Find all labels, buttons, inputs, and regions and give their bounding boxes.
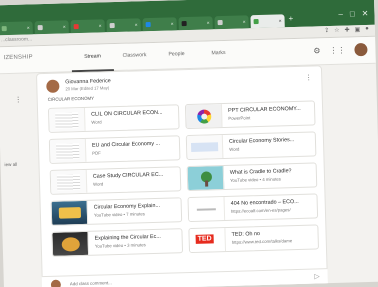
attachment-type: PDF xyxy=(92,150,101,156)
attachment-type: YouTube video • 7 minutes xyxy=(93,211,145,218)
post-text: CIRCULAR ECONOMY xyxy=(47,95,95,102)
attachment-type: Word xyxy=(91,119,102,125)
tab-favicon xyxy=(73,24,79,30)
attachment-type: Word xyxy=(229,146,240,152)
close-tab-icon[interactable]: × xyxy=(99,23,102,29)
browser-toolbar: ⇪ ☆ ✚ ▣ ● xyxy=(324,26,369,34)
attachment-type: Word xyxy=(93,181,104,187)
minimize-button[interactable]: – xyxy=(338,10,343,19)
apps-grid-icon[interactable]: ⋮⋮ xyxy=(329,46,345,55)
attachment-title: Case Study CIRCULAR EC... xyxy=(92,171,164,180)
close-tab-icon[interactable]: × xyxy=(207,20,210,26)
close-window-button[interactable]: ✕ xyxy=(362,9,369,18)
tab-favicon xyxy=(181,21,187,27)
browser-tab[interactable]: × xyxy=(142,17,177,32)
url-text[interactable]: ...classroom... xyxy=(1,36,32,43)
more-vert-icon[interactable]: ⋮ xyxy=(15,96,22,104)
attachment-type: YouTube video • 4 minutes xyxy=(229,176,281,183)
attachment[interactable]: Explaining the Circular Ec... YouTube vi… xyxy=(51,228,184,257)
browser-tab[interactable]: × xyxy=(214,15,249,30)
class-comment-input[interactable] xyxy=(69,275,270,287)
word-doc-thumbnail xyxy=(186,135,224,160)
window-controls: – □ ✕ xyxy=(338,9,368,19)
tab-favicon xyxy=(109,23,115,29)
view-all-link[interactable]: iew all xyxy=(4,162,17,167)
close-tab-icon[interactable]: × xyxy=(279,18,282,24)
attachment[interactable]: What is Cradle to Cradle? YouTube video … xyxy=(186,162,318,192)
account-avatar[interactable] xyxy=(354,42,368,57)
close-tab-icon[interactable]: × xyxy=(63,24,66,30)
attachment[interactable]: CLIL ON CIRCULAR ECON... Word xyxy=(47,104,180,133)
browser-tab[interactable]: × xyxy=(34,20,69,35)
extensions-icon[interactable]: ✚ xyxy=(344,26,349,33)
attachment-title: CLIL ON CIRCULAR ECON... xyxy=(91,109,163,118)
attachment-title: PPT CIRCULAR ECONOMY... xyxy=(228,105,301,114)
attachment-title: TED: Oh no xyxy=(231,231,261,238)
attachment-type: PowerPoint xyxy=(228,115,251,121)
browser-tab-active[interactable]: × xyxy=(250,14,285,29)
bookmark-icon[interactable]: ☆ xyxy=(334,27,340,34)
word-doc-thumbnail xyxy=(50,169,88,194)
ted-thumbnail: TED xyxy=(189,228,227,253)
header-actions: ⚙ ⋮⋮ xyxy=(313,42,368,58)
left-column: ⋮ iew all xyxy=(0,74,30,287)
attachment-title: What is Cradle to Cradle? xyxy=(229,168,292,176)
close-tab-icon[interactable]: × xyxy=(243,19,246,25)
attachment-title: EU and Circular Economy ... xyxy=(91,140,161,149)
tab-favicon xyxy=(37,25,43,31)
course-name[interactable]: IZENSHIP xyxy=(3,54,32,61)
close-tab-icon[interactable]: × xyxy=(27,25,30,31)
browser-tab[interactable]: × xyxy=(106,18,141,33)
tab-people[interactable]: People xyxy=(155,51,197,70)
attachment-title: Circular Economy Stories... xyxy=(228,137,295,145)
video-thumbnail xyxy=(51,200,89,225)
attachment-url: https://www.ted.com/talks/dame xyxy=(231,238,293,245)
post-more-icon[interactable]: ⋮ xyxy=(305,74,312,82)
new-tab-button[interactable]: + xyxy=(288,14,293,23)
post-date: 20 Mar (Edited 17 May) xyxy=(65,85,110,92)
attachment[interactable]: PPT CIRCULAR ECONOMY... PowerPoint xyxy=(184,100,316,130)
gear-icon[interactable]: ⚙ xyxy=(313,46,320,55)
link-thumbnail xyxy=(188,197,226,222)
browser-tab[interactable]: × xyxy=(178,16,213,31)
attachment-title: Explaining the Circular Ec... xyxy=(94,233,161,242)
screen: × × × × × × × × + – □ ✕ ...classroom... … xyxy=(0,0,378,287)
close-tab-icon[interactable]: × xyxy=(135,22,138,28)
word-doc-thumbnail xyxy=(48,107,86,132)
ppt-thumbnail xyxy=(185,104,223,129)
tab-favicon xyxy=(1,26,7,32)
browser-tab[interactable]: × xyxy=(0,21,33,36)
tab-stream[interactable]: Stream xyxy=(71,53,114,73)
attachment-title: 404 No encontrado – ECO... xyxy=(230,198,299,207)
pdf-thumbnail xyxy=(49,138,87,163)
video-thumbnail xyxy=(187,166,225,191)
attachment[interactable]: TED TED: Oh no https://www.ted.com/talks… xyxy=(188,224,320,254)
browser-tab[interactable]: × xyxy=(70,19,105,34)
announcement-card: Giovanna Federice 20 Mar (Edited 17 May)… xyxy=(35,65,329,287)
attachment[interactable]: Circular Economy Stories... Word xyxy=(185,131,317,161)
tab-favicon xyxy=(145,22,151,28)
attachment-title: Circular Economy Explain... xyxy=(93,202,161,211)
tab-marks[interactable]: Marks xyxy=(197,50,239,69)
video-thumbnail xyxy=(52,231,90,256)
attachment-url: https://ecoalf.com/en-es/pages/ xyxy=(230,207,291,214)
maximize-button[interactable]: □ xyxy=(350,9,355,18)
close-tab-icon[interactable]: × xyxy=(171,21,174,27)
tab-favicon xyxy=(253,19,259,25)
sidebar-icon[interactable]: ▣ xyxy=(354,26,361,33)
profile-icon[interactable]: ● xyxy=(365,26,369,33)
send-icon[interactable]: ▷ xyxy=(314,272,320,280)
author-avatar xyxy=(46,79,60,93)
attachment[interactable]: Case Study CIRCULAR EC... Word xyxy=(49,166,182,195)
tab-classwork[interactable]: Classwork xyxy=(113,52,155,71)
attachment-type: YouTube video • 3 minutes xyxy=(94,242,146,249)
attachment[interactable]: Circular Economy Explain... YouTube vide… xyxy=(50,197,183,226)
attachment[interactable]: 404 No encontrado – ECO... https://ecoal… xyxy=(187,193,319,223)
ted-logo: TED xyxy=(195,234,214,244)
share-icon[interactable]: ⇪ xyxy=(324,27,329,34)
attachment[interactable]: EU and Circular Economy ... PDF xyxy=(48,135,181,164)
tab-favicon xyxy=(217,20,223,26)
commenter-avatar xyxy=(50,279,62,287)
